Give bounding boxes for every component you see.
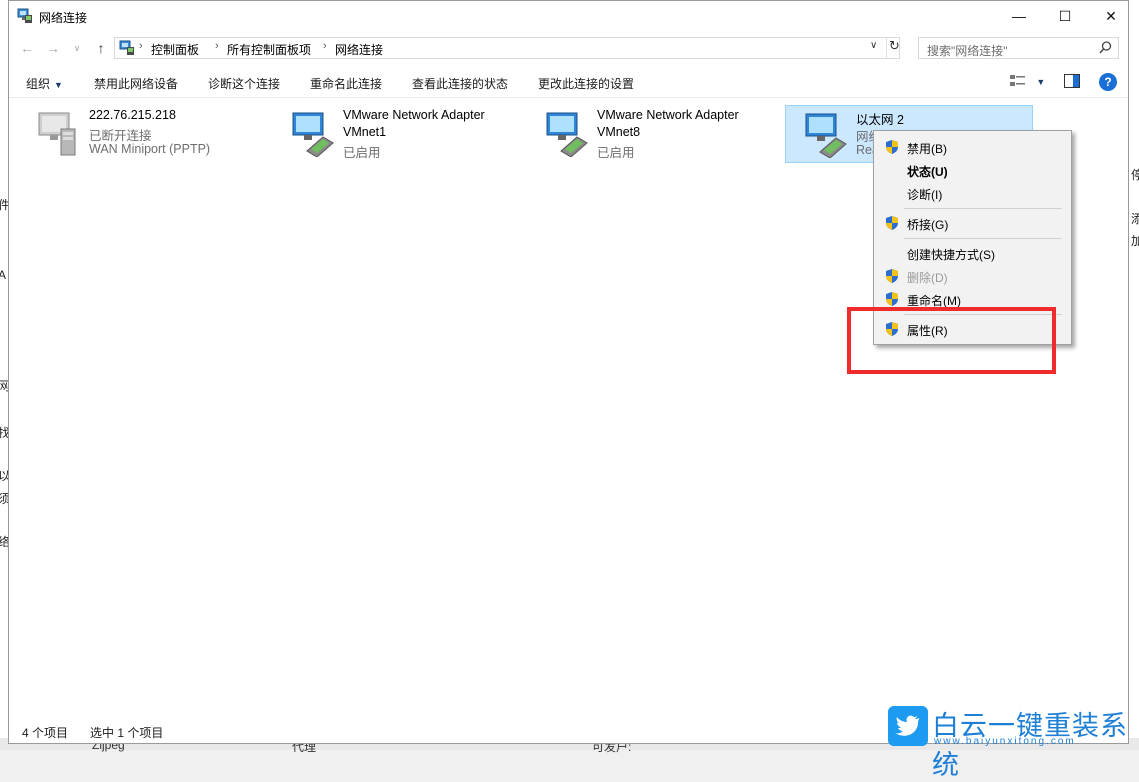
menu-label: 创建快捷方式(S) bbox=[907, 248, 995, 262]
preview-pane-button[interactable] bbox=[1064, 74, 1080, 91]
menu-label: 禁用(B) bbox=[907, 142, 947, 156]
uac-shield-icon bbox=[886, 140, 898, 154]
change-settings-button[interactable]: 更改此连接的设置 bbox=[538, 75, 634, 92]
preview-pane-icon bbox=[1064, 74, 1080, 88]
uac-shield-icon bbox=[886, 292, 898, 306]
connection-item-vmnet1[interactable]: VMware Network Adapter VMnet1 已启用 bbox=[273, 105, 521, 163]
breadcrumb-control-panel[interactable]: 控制面板 bbox=[151, 41, 199, 58]
menu-separator bbox=[904, 238, 1062, 239]
uac-shield-icon bbox=[886, 269, 898, 283]
organize-menu[interactable]: 组织 ▼ bbox=[26, 75, 63, 92]
item-count: 4 个项目 bbox=[22, 726, 69, 740]
view-status-button[interactable]: 查看此连接的状态 bbox=[412, 75, 508, 92]
breadcrumb-separator[interactable]: › bbox=[323, 40, 327, 52]
network-adapter-icon bbox=[805, 113, 847, 158]
close-button[interactable]: ✕ bbox=[1088, 1, 1134, 31]
minimize-button[interactable]: — bbox=[996, 1, 1042, 31]
network-adapter-icon bbox=[546, 112, 588, 157]
annotation-highlight-box bbox=[847, 307, 1056, 374]
menu-label: 桥接(G) bbox=[907, 218, 949, 232]
diagnose-connection-button[interactable]: 诊断这个连接 bbox=[208, 75, 280, 92]
bird-logo-icon bbox=[888, 706, 928, 746]
search-input[interactable]: 搜索"网络连接" bbox=[918, 37, 1119, 59]
command-bar: 组织 ▼ 禁用此网络设备 诊断这个连接 重命名此连接 查看此连接的状态 更改此连接… bbox=[9, 67, 1128, 98]
view-options-button[interactable]: ▼ bbox=[1009, 73, 1045, 92]
help-button[interactable]: ? bbox=[1099, 73, 1117, 91]
network-connections-icon bbox=[17, 8, 32, 23]
address-bar[interactable]: › 控制面板 › 所有控制面板项 › 网络连接 ∨ ↻ bbox=[114, 37, 900, 59]
menu-label: 删除(D) bbox=[907, 271, 948, 285]
menu-label: 状态(U) bbox=[907, 165, 948, 179]
connection-name: VMware Network Adapter bbox=[343, 108, 485, 122]
breadcrumb-separator: › bbox=[139, 40, 143, 52]
menu-label: 诊断(I) bbox=[907, 188, 943, 202]
connection-item-pptp[interactable]: 222.76.215.218 已断开连接 WAN Miniport (PPTP) bbox=[19, 105, 267, 163]
control-panel-icon bbox=[119, 40, 134, 55]
menu-separator bbox=[904, 208, 1062, 209]
up-button[interactable]: ↑ bbox=[91, 38, 111, 58]
chevron-down-icon: ▼ bbox=[54, 80, 63, 90]
organize-label: 组织 bbox=[26, 77, 51, 91]
recent-locations-button[interactable]: ∨ bbox=[67, 38, 87, 58]
title-bar[interactable]: 网络连接 — ☐ ✕ bbox=[9, 1, 1128, 31]
bg-right-text: 加 bbox=[1131, 234, 1139, 248]
menu-item-delete: 删除(D) bbox=[874, 265, 1071, 287]
chevron-down-icon: ▼ bbox=[1036, 77, 1046, 87]
watermark-url: www.baiyunxitong.com bbox=[934, 736, 1076, 747]
view-details-icon bbox=[1010, 75, 1025, 86]
connection-device: VMnet8 bbox=[597, 125, 641, 139]
connection-name: 222.76.215.218 bbox=[89, 108, 176, 122]
watermark-logo: 白云一键重装系统 www.baiyunxitong.com bbox=[884, 704, 1139, 781]
bg-left-text: A bbox=[0, 268, 7, 282]
breadcrumb-all-items[interactable]: 所有控制面板项 bbox=[227, 41, 311, 58]
connection-status: 已启用 bbox=[597, 146, 635, 160]
connection-device: WAN Miniport (PPTP) bbox=[89, 142, 211, 156]
forward-button[interactable]: → bbox=[43, 38, 63, 58]
menu-item-bridge[interactable]: 桥接(G) bbox=[874, 212, 1071, 234]
search-placeholder: 搜索"网络连接" bbox=[927, 44, 1008, 58]
window-title: 网络连接 bbox=[39, 11, 88, 25]
connection-device: VMnet1 bbox=[343, 125, 387, 139]
back-button[interactable]: ← bbox=[17, 38, 37, 58]
disable-device-button[interactable]: 禁用此网络设备 bbox=[94, 75, 178, 92]
wan-miniport-icon bbox=[38, 112, 76, 156]
refresh-button[interactable]: ↻ bbox=[886, 38, 903, 58]
menu-item-diagnose[interactable]: 诊断(I) bbox=[874, 182, 1071, 204]
breadcrumb-network-connections[interactable]: 网络连接 bbox=[335, 41, 383, 58]
network-adapter-icon bbox=[292, 112, 334, 157]
selected-count: 选中 1 个项目 bbox=[90, 726, 164, 740]
connection-name: VMware Network Adapter bbox=[597, 108, 739, 122]
menu-item-disable[interactable]: 禁用(B) bbox=[874, 136, 1071, 158]
rename-connection-button[interactable]: 重命名此连接 bbox=[310, 75, 382, 92]
bg-right-text: 添 bbox=[1131, 212, 1139, 226]
menu-item-create-shortcut[interactable]: 创建快捷方式(S) bbox=[874, 242, 1071, 264]
uac-shield-icon bbox=[886, 216, 898, 230]
search-icon bbox=[1099, 41, 1112, 54]
connection-status: 已启用 bbox=[343, 146, 381, 160]
menu-item-status[interactable]: 状态(U) bbox=[874, 159, 1071, 181]
background-right-window: 停 添 加 bbox=[1128, 0, 1139, 750]
maximize-button[interactable]: ☐ bbox=[1042, 1, 1088, 31]
breadcrumb-separator[interactable]: › bbox=[215, 40, 219, 52]
bg-right-text: 停 bbox=[1131, 168, 1139, 182]
address-dropdown-icon[interactable]: ∨ bbox=[870, 40, 877, 51]
connection-item-vmnet8[interactable]: VMware Network Adapter VMnet8 已启用 bbox=[527, 105, 775, 163]
navigation-bar: ← → ∨ ↑ › 控制面板 › 所有控制面板项 › 网络连接 ∨ ↻ 搜索"网… bbox=[9, 35, 1128, 61]
